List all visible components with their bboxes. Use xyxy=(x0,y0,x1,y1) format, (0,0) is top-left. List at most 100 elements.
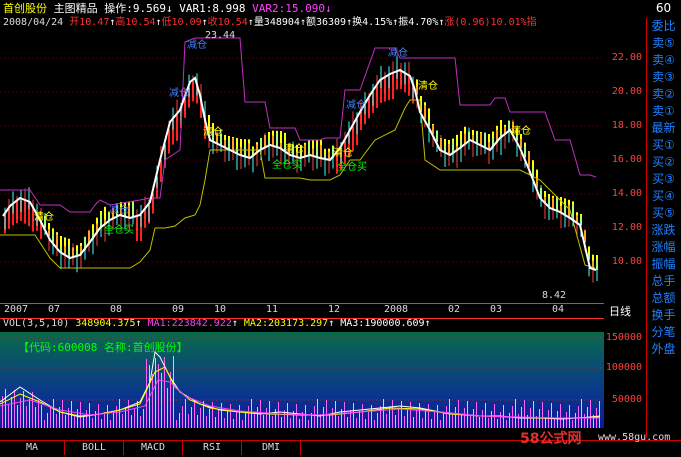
tab-rsi[interactable]: RSI xyxy=(183,441,242,455)
indicator-header: 首创股份 主图精品 操作:9.569↓ VAR1:8.998 VAR2:15.0… xyxy=(3,2,332,16)
panel-item-turnover[interactable]: 换手 xyxy=(646,307,681,324)
var2-value: VAR2:15.090 xyxy=(252,2,325,15)
panel-item-buy3[interactable]: 买③ xyxy=(646,171,681,188)
panel-item-buy1[interactable]: 买① xyxy=(646,137,681,154)
panel-top-value: 60 xyxy=(655,1,672,15)
volume-bar xyxy=(140,416,141,428)
volume-bar xyxy=(575,413,576,428)
quote-low: 低10.09 xyxy=(161,17,202,28)
tab-ma[interactable]: MA xyxy=(0,441,65,455)
panel-item-sell3[interactable]: 卖③ xyxy=(646,69,681,86)
volume-bar xyxy=(227,411,228,428)
volume-bar xyxy=(107,405,108,428)
panel-item-change[interactable]: 涨跌 xyxy=(646,222,681,239)
volume-bar xyxy=(515,399,516,428)
volume-bar xyxy=(488,418,489,428)
volume-bar xyxy=(116,406,117,428)
volume-bar xyxy=(278,402,279,428)
volume-bar xyxy=(506,420,507,428)
panel-item-total-amount[interactable]: 总额 xyxy=(646,290,681,307)
time-tick: 09 xyxy=(172,304,185,315)
volume-bar xyxy=(572,420,573,428)
volume-bar xyxy=(194,400,195,428)
panel-item-sell1[interactable]: 卖① xyxy=(646,103,681,120)
volume-bar xyxy=(332,408,333,428)
volume-bar xyxy=(281,417,282,428)
volume-bar xyxy=(167,388,168,428)
volume-bar xyxy=(35,407,36,428)
panel-item-buy4[interactable]: 买④ xyxy=(646,188,681,205)
volume-bar xyxy=(104,412,105,428)
volume-bar xyxy=(590,400,591,428)
volume-bar xyxy=(230,404,231,428)
volume-bar xyxy=(56,414,57,428)
volume-bar xyxy=(248,406,249,428)
quote-close: 收10.54 xyxy=(207,17,248,28)
volume-bar xyxy=(287,403,288,428)
time-tick: 02 xyxy=(448,304,461,315)
vol-title: VOL(3,5,10) xyxy=(3,318,70,329)
volume-bar xyxy=(95,411,96,428)
volume-bar xyxy=(11,397,12,428)
panel-item-outer[interactable]: 外盘 xyxy=(646,341,681,358)
tab-dmi[interactable]: DMI xyxy=(242,441,301,455)
volume-bar xyxy=(98,404,99,428)
volume-tick: 150000 xyxy=(605,332,642,343)
volume-bar xyxy=(122,414,123,428)
volume-bar xyxy=(134,408,135,428)
volume-bar xyxy=(356,418,357,428)
volume-bar xyxy=(377,413,378,428)
volume-bar xyxy=(200,408,201,428)
price-tick: 18.00 xyxy=(611,120,642,131)
volume-bar xyxy=(461,415,462,428)
volume-bar xyxy=(416,410,417,428)
vol-ma2: MA2:203173.297 xyxy=(243,318,329,329)
panel-item-buy2[interactable]: 买② xyxy=(646,154,681,171)
panel-item-amplitude[interactable]: 振幅 xyxy=(646,256,681,273)
volume-bar xyxy=(428,404,429,428)
quote-high: 高10.54 xyxy=(115,17,156,28)
volume-bar xyxy=(257,407,258,428)
volume-bar xyxy=(197,415,198,428)
volume-bar xyxy=(548,410,549,428)
volume-bar xyxy=(80,402,81,428)
vol-ma3: MA3:190000.609 xyxy=(340,318,425,329)
volume-bar xyxy=(473,409,474,428)
panel-item-latest[interactable]: 最新 xyxy=(646,120,681,137)
volume-bar xyxy=(560,404,561,428)
volume-bar xyxy=(509,413,510,428)
tab-macd[interactable]: MACD xyxy=(124,441,183,455)
op-value: 操作:9.569 xyxy=(104,2,166,15)
volume-bar xyxy=(518,414,519,428)
vol-value: 348904.375 xyxy=(75,318,136,329)
volume-bar xyxy=(83,417,84,428)
panel-item-sell5[interactable]: 卖⑤ xyxy=(646,35,681,52)
up-arrow-icon: ↑ xyxy=(424,318,431,329)
panel-item-sell2[interactable]: 卖② xyxy=(646,86,681,103)
time-tick: 2008 xyxy=(384,304,409,315)
volume-bar xyxy=(419,403,420,428)
tab-boll[interactable]: BOLL xyxy=(65,441,124,455)
volume-bar xyxy=(239,405,240,428)
panel-item-buy5[interactable]: 买⑤ xyxy=(646,205,681,222)
period-label[interactable]: 日线 xyxy=(609,303,631,319)
panel-item-ticks[interactable]: 分笔 xyxy=(646,324,681,341)
panel-item-change-pct[interactable]: 涨幅 xyxy=(646,239,681,256)
volume-bar xyxy=(86,410,87,428)
panel-item-sell4[interactable]: 卖④ xyxy=(646,52,681,69)
volume-bar xyxy=(14,390,15,428)
volume-bar xyxy=(440,420,441,428)
signal-label: 清仓 xyxy=(333,148,353,159)
volume-bar xyxy=(269,401,270,428)
volume-bar xyxy=(353,403,354,428)
price-axis: 22.00 20.00 18.00 16.00 14.00 12.00 10.0… xyxy=(604,30,646,302)
volume-bar xyxy=(110,420,111,428)
signal-label: 全仓买 xyxy=(272,160,302,171)
volume-bar xyxy=(308,420,309,428)
volume-bar xyxy=(119,399,120,428)
signal-label: 减仓 xyxy=(388,48,408,59)
panel-item-total-volume[interactable]: 总手 xyxy=(646,273,681,290)
vol-ma1: MA1:223842.922 xyxy=(147,318,232,329)
volume-bar xyxy=(329,415,330,428)
panel-item-bid-ratio[interactable]: 委比 xyxy=(646,18,681,35)
